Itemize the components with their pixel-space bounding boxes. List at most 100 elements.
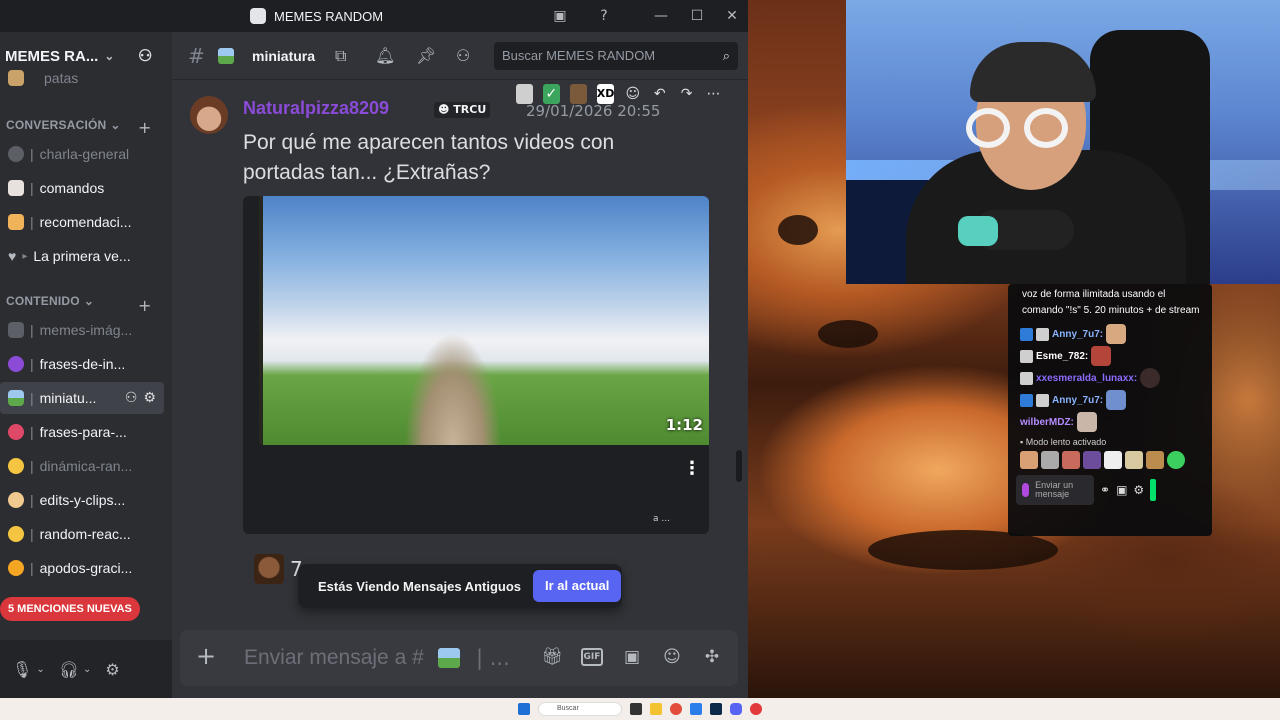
channel-partial[interactable]: patas [0,68,164,88]
sidebar-item-charla-general[interactable]: | charla-general [0,138,164,170]
chat-input[interactable]: Enviar un mensaje [1016,475,1094,505]
sidebar-item-dinamica-random[interactable]: | dinámica-ran... [0,450,164,482]
channel-emoji-icon [8,70,24,86]
badge-icon [1036,393,1049,407]
photoshop-icon[interactable] [710,703,722,715]
chat-send-button[interactable] [1150,479,1157,501]
sidebar-item-comandos[interactable]: | comandos [0,172,164,204]
new-mentions-pill[interactable]: 5 MENCIONES NUEVAS [0,597,140,621]
headphones-icon[interactable]: 🎧︎ [59,660,79,679]
search-icon[interactable]: ⌕ [723,42,730,70]
gear-icon[interactable]: ⚙ [105,660,119,679]
chat-username[interactable]: xxesmeralda_lunaxx: [1036,373,1137,384]
message-author[interactable]: Naturalpizza8209 [243,98,389,119]
reaction-emote-icon[interactable] [516,84,533,104]
mic-icon[interactable] [1022,483,1030,497]
microphone-icon[interactable]: 🎙︎ [12,660,32,679]
app-icon[interactable] [690,703,702,715]
search-input[interactable]: Buscar MEMES RANDOM ⌕ [494,42,738,70]
gift-icon[interactable]: ▣ [1116,483,1127,497]
gift-icon[interactable]: 🎁︎ [541,646,563,668]
sidebar-item-apodos-graciosos[interactable]: | apodos-graci... [0,552,164,584]
jump-to-present-button[interactable]: Ir al actual [533,570,622,602]
rock-hole [818,320,878,348]
category-contenido[interactable]: CONTENIDO ⌄ [6,294,94,308]
emote-icon [1076,412,1097,432]
bell-icon[interactable]: 🔔︎ [375,46,395,65]
old-messages-bar: Estás Viendo Mensajes Antiguos Ir al act… [298,564,622,608]
close-button[interactable]: ✕ [721,6,743,26]
invite-people-icon[interactable]: ⚇ [138,46,152,66]
reply-icon[interactable]: ↶ [651,84,668,104]
chat-username[interactable]: Anny_7u7: [1052,329,1103,340]
gear-icon[interactable]: ⚙ [143,389,156,406]
badge-icon [1020,371,1033,385]
microphone-light [958,216,998,246]
chevron-down-icon[interactable]: ⌄ [83,664,91,675]
chat-username[interactable]: Esme_782: [1036,351,1088,362]
chat-username[interactable]: wilberMDZ: [1020,417,1074,428]
chrome-icon[interactable] [670,703,682,715]
invite-people-icon[interactable]: ⚇ [125,389,138,406]
minimize-button[interactable]: — [650,6,672,26]
sidebar-item-miniaturas[interactable]: | miniatu... ⚇ ⚙ [0,382,164,414]
gif-icon[interactable]: GIF [581,648,603,666]
video-embed[interactable]: 1:12 ⋮ a ... [243,196,709,534]
sticker-icon[interactable]: ▣ [621,646,643,668]
help-icon[interactable]: ? [593,6,615,26]
rock-hole [868,530,1058,570]
sidebar-item-frases-de-internet[interactable]: | frases-de-in... [0,348,164,380]
devil-icon [8,356,24,372]
speech-bubble-icon [8,146,24,162]
sidebar-item-recomendaciones[interactable]: | recomendaci... [0,206,164,238]
windows-start-icon[interactable] [518,703,530,715]
taskbar-search[interactable]: Buscar [538,702,622,716]
heart-icon: ♥ [8,248,17,264]
sidebar-item-la-primera-vez[interactable]: ♥ ▸ La primera ve... [0,240,164,272]
threads-icon[interactable]: ⧉ [335,46,346,66]
add-reaction-icon[interactable]: ☺ [624,84,641,104]
category-conversacion[interactable]: CONVERSACIÓN ⌄ [6,118,121,132]
video-footer-text: a ... [653,514,670,524]
chevron-down-icon[interactable]: ⌄ [36,664,44,675]
forward-icon[interactable]: ↷ [678,84,695,104]
sidebar-item-random-reacciones[interactable]: | random-reac... [0,518,164,550]
chevron-down-icon: ⌄ [104,49,115,63]
emote-icon [1106,390,1127,410]
sidebar-item-edits-y-clips[interactable]: | edits-y-clips... [0,484,164,516]
attach-plus-icon[interactable]: + [196,644,220,668]
title-bar: MEMES RANDOM ▣ ? — ☐ ✕ [0,0,748,32]
chat-message: Anny_7u7: [1020,389,1204,411]
user-panel: 🎙︎ ⌄ 🎧︎ ⌄ ⚙ [0,640,172,698]
pin-icon[interactable]: 📌︎ [416,46,436,65]
server-tag-badge[interactable]: ☻ TRCU [434,102,491,118]
xd-emote-icon[interactable]: XD [596,84,615,104]
gear-icon[interactable]: ⚙ [1133,483,1144,497]
add-channel-icon[interactable]: + [138,118,151,137]
add-channel-icon[interactable]: + [138,296,151,315]
chat-username[interactable]: Anny_7u7: [1052,395,1103,406]
more-icon[interactable]: ⋯ [705,84,722,104]
video-options-icon[interactable]: ⋮ [683,458,701,479]
avatar[interactable] [190,96,228,134]
task-view-icon[interactable] [630,703,642,715]
app-icon[interactable] [750,703,762,715]
scrollbar-thumb[interactable] [736,450,742,482]
screen-share-icon[interactable]: ▣ [549,6,571,26]
share-icon[interactable]: ⚭ [1100,483,1110,497]
discord-icon[interactable] [730,703,742,715]
message-composer[interactable]: + Enviar mensaje a # | ... 🎁︎ GIF ▣ ☺ ✣ [180,630,738,686]
check-mark-icon[interactable]: ✓ [542,84,560,104]
server-name: MEMES RA... [5,47,99,65]
chat-message: Anny_7u7: [1020,323,1204,345]
sidebar-item-frases-para[interactable]: | frases-para-... [0,416,164,448]
file-explorer-icon[interactable] [650,703,662,715]
crying-face-icon [8,526,24,542]
apps-icon[interactable]: ✣ [701,646,723,668]
maximize-button[interactable]: ☐ [686,6,708,26]
reaction-emote-icon[interactable] [569,84,587,104]
sidebar-item-memes-imagenes[interactable]: | memes-imág... [0,314,164,346]
members-icon[interactable]: ⚇ [456,46,470,65]
video-thumbnail[interactable] [259,196,709,445]
emoji-icon[interactable]: ☺ [661,646,683,668]
